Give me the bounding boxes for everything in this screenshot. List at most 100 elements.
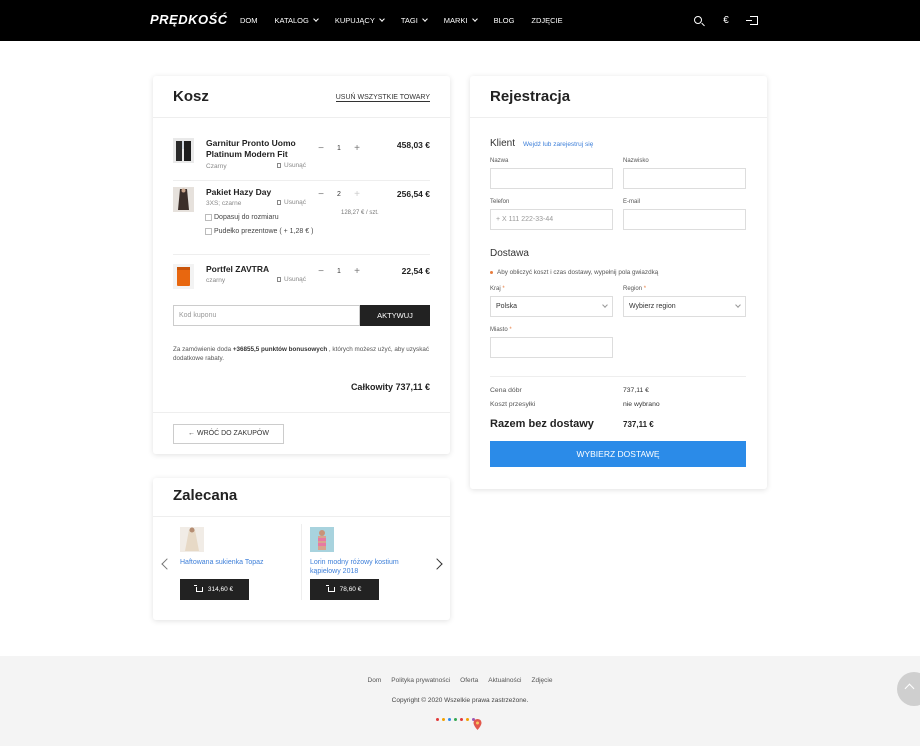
increase-qty-button[interactable]: + bbox=[349, 266, 365, 277]
payment-method-icon bbox=[448, 718, 451, 721]
nav-item-tagi[interactable]: TAGI bbox=[400, 16, 428, 25]
nav-item-blog[interactable]: BLOG bbox=[494, 16, 515, 25]
cart-icon bbox=[325, 585, 335, 592]
city-field[interactable] bbox=[490, 337, 613, 358]
bonus-prefix: Za zamówienie doda bbox=[173, 346, 233, 353]
product-name-link[interactable]: Haftowana sukienka Topaz bbox=[180, 558, 290, 567]
clear-cart-link[interactable]: USUŃ WSZYSTKIE TOWARY bbox=[335, 94, 430, 102]
product-name-link[interactable]: Lorin modny różowy kostium kąpielowy 201… bbox=[310, 558, 420, 576]
option-gift-box[interactable]: Pudełko prezentowe ( + 1,28 € ) bbox=[205, 227, 315, 236]
phone-field[interactable]: + X 111 222-33-44 bbox=[490, 209, 613, 230]
footer-link-offer[interactable]: Oferta bbox=[460, 677, 478, 684]
trash-icon bbox=[277, 277, 281, 282]
option-fit-to-size[interactable]: Dopasuj do rozmiaru bbox=[205, 213, 315, 222]
login-register-link[interactable]: Wejdź lub zarejestruj się bbox=[523, 141, 593, 148]
carousel-prev-arrow[interactable] bbox=[161, 558, 173, 570]
add-to-cart-button[interactable]: 314,60 € bbox=[180, 579, 249, 600]
country-label: Kraj * bbox=[490, 286, 505, 292]
item-variant: czarny bbox=[206, 277, 226, 284]
name-field[interactable] bbox=[490, 168, 613, 189]
surname-field[interactable] bbox=[623, 168, 746, 189]
nav-item-zdjecie[interactable]: ZDJĘCIE bbox=[531, 16, 562, 25]
footer-links: Dom Polityka prywatności Oferta Aktualno… bbox=[0, 677, 920, 684]
nav-item-dom[interactable]: DOM bbox=[240, 16, 258, 25]
decrease-qty-button[interactable]: − bbox=[313, 266, 329, 277]
divider bbox=[490, 376, 746, 377]
remove-item-button[interactable]: Usunąć bbox=[277, 276, 306, 283]
carousel-next-arrow[interactable] bbox=[431, 558, 443, 570]
recommended-product: Haftowana sukienka Topaz bbox=[180, 527, 290, 567]
search-icon[interactable] bbox=[692, 13, 704, 27]
currency-switcher[interactable]: € bbox=[720, 13, 732, 27]
footer-link-dom[interactable]: Dom bbox=[368, 677, 382, 684]
quantity-value[interactable]: 1 bbox=[329, 268, 349, 275]
country-select[interactable]: Polska bbox=[490, 296, 613, 317]
item-name[interactable]: Pakiet Hazy Day bbox=[206, 187, 306, 198]
nav-item-marki[interactable]: MARKI bbox=[444, 16, 478, 25]
footer-link-news[interactable]: Aktualności bbox=[488, 677, 521, 684]
product-thumbnail[interactable] bbox=[173, 187, 194, 212]
product-thumbnail[interactable] bbox=[310, 527, 334, 552]
copyright: Copyright © 2020 Wszelkie prawa zastrzeż… bbox=[391, 697, 529, 704]
login-icon[interactable] bbox=[746, 13, 760, 27]
item-name[interactable]: Garnitur Pronto Uomo Platinum Modern Fit bbox=[206, 138, 306, 160]
email-label: E-mail bbox=[623, 199, 641, 205]
product-thumbnail[interactable] bbox=[180, 527, 204, 552]
footer-link-photo[interactable]: Zdjęcie bbox=[531, 677, 552, 684]
remove-item-button[interactable]: Usunąć bbox=[277, 199, 306, 206]
remove-label: Usunąć bbox=[284, 276, 307, 283]
nav-item-kupujacy[interactable]: KUPUJĄCY bbox=[334, 16, 385, 25]
item-separator bbox=[173, 254, 430, 255]
cart-title: Kosz bbox=[173, 88, 209, 105]
country-label-text: Kraj bbox=[490, 286, 501, 292]
item-price: 458,03 € bbox=[396, 140, 430, 150]
site-logo[interactable]: PRĘDKOŚĆ bbox=[150, 12, 228, 27]
quantity-stepper: − 1 + bbox=[313, 143, 365, 154]
back-to-shopping-button[interactable]: ← WRÓĆ DO ZAKUPÓW bbox=[173, 424, 284, 444]
shipping-cost-label: Koszt przesyłki bbox=[490, 401, 536, 408]
chevron-down-icon bbox=[379, 16, 385, 22]
city-label-text: Miasto bbox=[490, 327, 508, 333]
nav-item-katalog[interactable]: KATALOG bbox=[275, 16, 319, 25]
nav-label: KUPUJĄCY bbox=[334, 16, 375, 25]
activate-coupon-button[interactable]: AKTYWUJ bbox=[360, 305, 430, 326]
registration-card: Rejestracja Klient Wejdź lub zarejestruj… bbox=[470, 76, 767, 489]
email-field[interactable] bbox=[623, 209, 746, 230]
increase-qty-button[interactable]: + bbox=[349, 189, 365, 200]
quantity-stepper: − 2 + bbox=[313, 189, 365, 200]
region-label-text: Region bbox=[623, 286, 643, 292]
recommended-card: Zalecana Haftowana sukienka Topaz 314,60… bbox=[153, 478, 450, 620]
trash-icon bbox=[277, 163, 281, 168]
item-price: 256,54 € bbox=[396, 189, 430, 199]
registration-title: Rejestracja bbox=[490, 88, 571, 105]
footer-link-privacy[interactable]: Polityka prywatności bbox=[391, 677, 450, 684]
nav-label: TAGI bbox=[400, 16, 418, 25]
cart-item: Pakiet Hazy Day 3XS; czarne Usunąć − 2 +… bbox=[173, 187, 430, 257]
add-to-cart-button[interactable]: 78,60 € bbox=[310, 579, 379, 600]
product-thumbnail[interactable] bbox=[173, 138, 194, 163]
unit-price: 128,27 € / szt. bbox=[341, 210, 379, 216]
checkbox[interactable] bbox=[205, 228, 212, 235]
decrease-qty-button[interactable]: − bbox=[313, 143, 329, 154]
divider bbox=[153, 412, 450, 413]
remove-item-button[interactable]: Usunąć bbox=[277, 162, 306, 169]
option-label: Pudełko prezentowe ( + 1,28 € ) bbox=[214, 228, 314, 235]
required-dot-icon bbox=[490, 271, 493, 274]
item-name[interactable]: Portfel ZAVTRA bbox=[206, 264, 306, 275]
quantity-value[interactable]: 1 bbox=[329, 145, 349, 152]
divider bbox=[470, 117, 767, 118]
recommended-product: Lorin modny różowy kostium kąpielowy 201… bbox=[310, 527, 420, 576]
chevron-down-icon bbox=[471, 16, 478, 22]
client-section-title: Klient bbox=[490, 138, 516, 149]
option-label: Dopasuj do rozmiaru bbox=[214, 214, 279, 221]
region-select[interactable]: Wybierz region bbox=[623, 296, 746, 317]
decrease-qty-button[interactable]: − bbox=[313, 189, 329, 200]
choose-delivery-button[interactable]: WYBIERZ DOSTAWĘ bbox=[490, 441, 746, 467]
payment-method-icon bbox=[436, 718, 439, 721]
quantity-value[interactable]: 2 bbox=[329, 191, 349, 198]
product-price: 314,60 € bbox=[207, 586, 234, 593]
checkbox[interactable] bbox=[205, 214, 212, 221]
coupon-input[interactable]: Kod kuponu bbox=[173, 305, 360, 326]
product-thumbnail[interactable] bbox=[173, 264, 194, 289]
increase-qty-button[interactable]: + bbox=[349, 143, 365, 154]
